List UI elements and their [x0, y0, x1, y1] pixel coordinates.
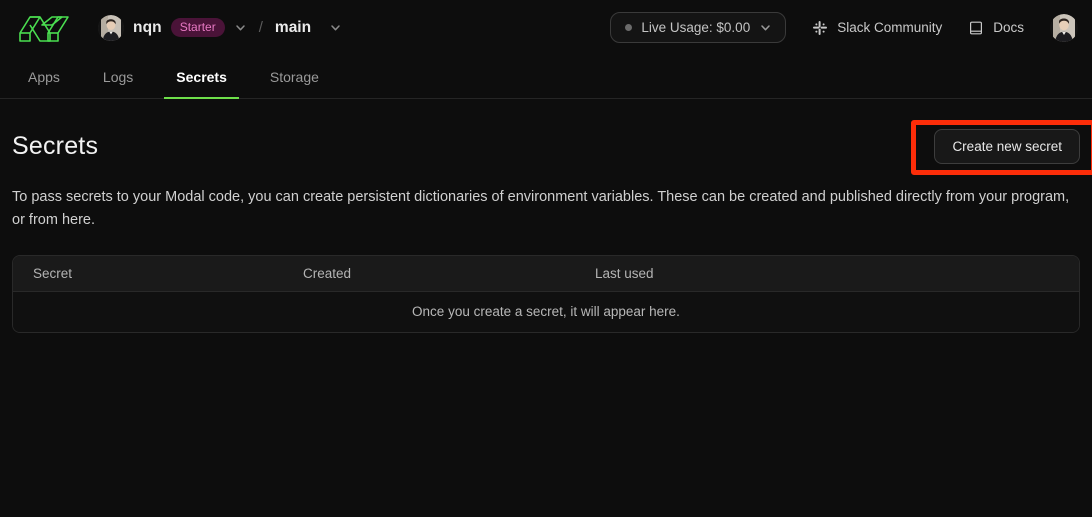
status-badge: Starter [170, 18, 225, 37]
docs-link[interactable]: Docs [968, 20, 1024, 36]
page-title: Secrets [12, 132, 99, 160]
avatar [98, 14, 124, 41]
tab-logs[interactable]: Logs [91, 55, 145, 98]
live-usage-label: Live Usage: $0.00 [641, 20, 751, 35]
environment-selector[interactable]: main [275, 19, 342, 37]
table-header-row: Secret Created Last used [13, 255, 1079, 292]
modal-logo-icon[interactable] [16, 11, 72, 45]
org-selector[interactable]: nqn Starter [98, 14, 247, 41]
secrets-table: Secret Created Last used Once you create… [12, 254, 1080, 333]
slack-community-label: Slack Community [837, 20, 943, 35]
status-dot-icon [625, 24, 633, 31]
column-header-secret: Secret [33, 265, 73, 281]
breadcrumb-separator: / [258, 19, 263, 36]
column-header-last-used: Last used [595, 265, 654, 281]
tab-apps[interactable]: Apps [16, 55, 72, 98]
column-header-created: Created [303, 265, 352, 281]
avatar[interactable] [1050, 13, 1078, 42]
environment-name: main [274, 18, 312, 36]
tab-storage[interactable]: Storage [258, 55, 331, 98]
create-new-secret-button[interactable]: Create new secret [934, 129, 1080, 164]
page-header-row: Secrets Create new secret [12, 99, 1080, 164]
primary-tabs: Apps Logs Secrets Storage [0, 55, 1092, 99]
app-header: nqn Starter / main Live Usage: $0.00 Sla… [0, 0, 1092, 55]
tab-secrets[interactable]: Secrets [164, 55, 239, 99]
live-usage-button[interactable]: Live Usage: $0.00 [610, 12, 787, 43]
table-empty-state: Once you create a secret, it will appear… [13, 291, 1079, 332]
page-description: To pass secrets to your Modal code, you … [12, 189, 1070, 229]
tab-apps-label: Apps [28, 68, 60, 85]
chevron-down-icon[interactable] [234, 21, 247, 34]
slack-community-link[interactable]: Slack Community [812, 20, 942, 36]
org-name: nqn [133, 18, 162, 36]
main-content: Secrets Create new secret To pass secret… [0, 99, 1092, 333]
tab-secrets-label: Secrets [176, 68, 227, 85]
chevron-down-icon[interactable] [759, 21, 772, 34]
tab-logs-label: Logs [102, 68, 134, 85]
chevron-down-icon[interactable] [329, 21, 342, 34]
book-icon [968, 20, 984, 36]
slack-icon [812, 20, 828, 36]
tab-storage-label: Storage [269, 68, 319, 85]
docs-label: Docs [993, 20, 1024, 35]
